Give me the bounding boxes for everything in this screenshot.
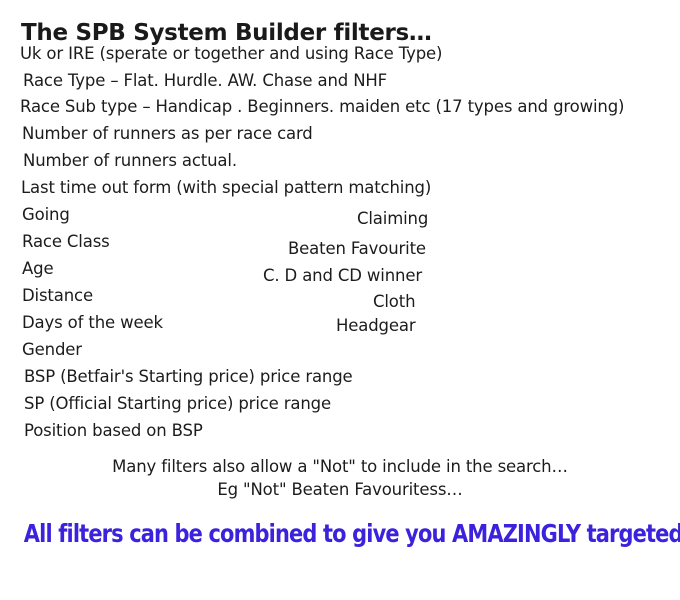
list-item: Uk or IRE (sperate or together and using… bbox=[20, 44, 443, 63]
slide-canvas: The SPB System Builder filters… Uk or IR… bbox=[0, 0, 680, 600]
list-item: SP (Official Starting price) price range bbox=[24, 394, 331, 413]
list-item: Gender bbox=[22, 340, 82, 359]
list-item: Days of the week bbox=[22, 313, 163, 332]
list-item: Distance bbox=[22, 286, 93, 305]
list-item: Age bbox=[22, 259, 54, 278]
list-item: Beaten Favourite bbox=[288, 239, 426, 258]
page-title: The SPB System Builder filters… bbox=[21, 20, 432, 47]
list-item: BSP (Betfair's Starting price) price ran… bbox=[24, 367, 353, 386]
list-item: Cloth bbox=[373, 292, 416, 311]
list-item: Race Type – Flat. Hurdle. AW. Chase and … bbox=[23, 71, 387, 90]
list-item: Race Sub type – Handicap . Beginners. ma… bbox=[20, 97, 625, 116]
list-item: Last time out form (with special pattern… bbox=[21, 178, 432, 197]
note-line: Eg "Not" Beaten Favouritess… bbox=[217, 480, 463, 499]
list-item: Going bbox=[22, 205, 70, 224]
list-item: Headgear bbox=[336, 316, 416, 335]
list-item: Position based on BSP bbox=[24, 421, 203, 440]
list-item: Number of runners actual. bbox=[23, 151, 237, 170]
list-item: Claiming bbox=[357, 209, 429, 228]
footer-headline: All filters can be combined to give you … bbox=[23, 519, 680, 548]
list-item: C. D and CD winner bbox=[263, 266, 422, 285]
list-item: Race Class bbox=[22, 232, 110, 251]
list-item: Number of runners as per race card bbox=[22, 124, 313, 143]
note-line: Many filters also allow a "Not" to inclu… bbox=[112, 457, 568, 476]
